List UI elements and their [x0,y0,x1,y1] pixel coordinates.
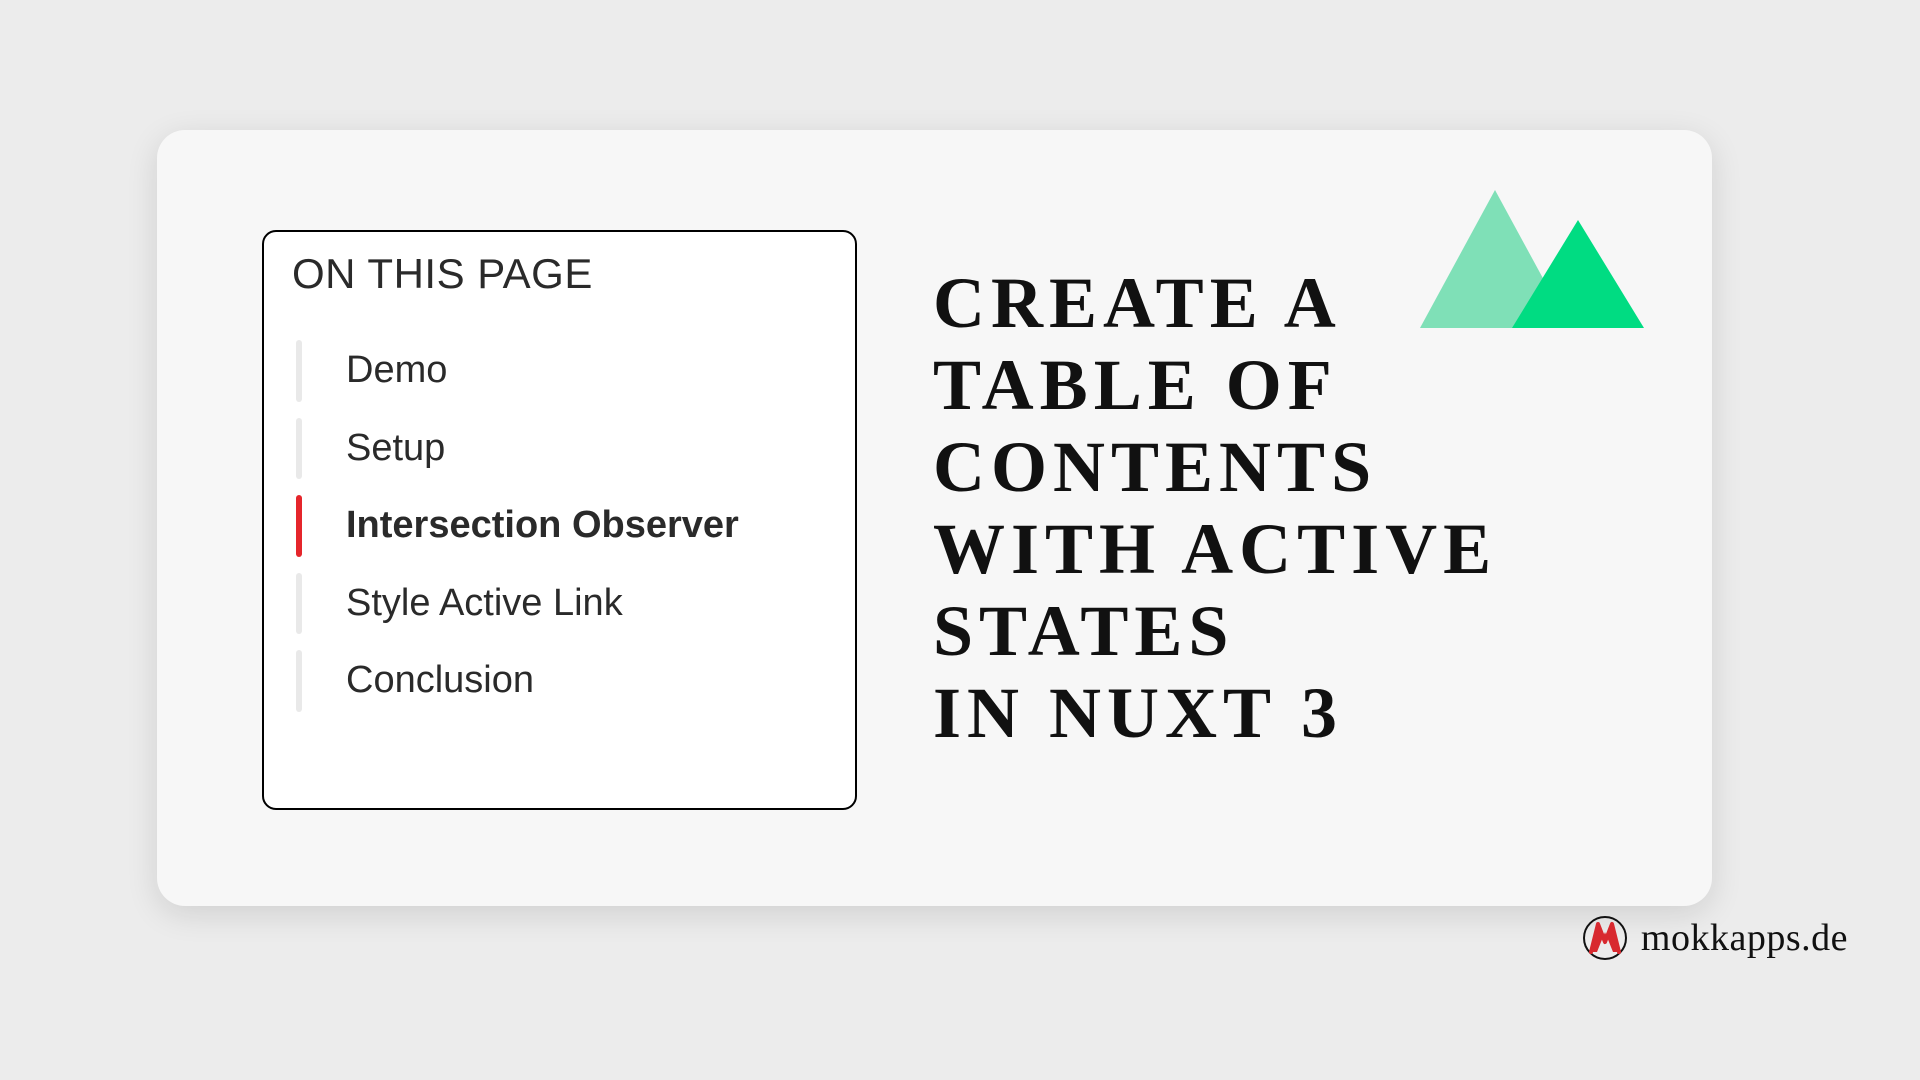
toc-heading: ON THIS PAGE [292,250,827,298]
toc-item-label: Setup [346,427,445,469]
toc-item-label: Demo [346,349,447,391]
hero-card: ON THIS PAGE Demo Setup Intersection Obs… [157,130,1712,906]
mokkapps-logo-icon [1583,916,1627,960]
toc-item-conclusion[interactable]: Conclusion [292,642,827,720]
toc-panel: ON THIS PAGE Demo Setup Intersection Obs… [262,230,857,810]
brand-footer[interactable]: mokkapps.de [1583,916,1848,960]
toc-item-setup[interactable]: Setup [292,410,827,488]
toc-item-intersection-observer[interactable]: Intersection Observer [292,487,827,565]
toc-item-label: Style Active Link [346,582,623,624]
toc-list: Demo Setup Intersection Observer Style A… [292,332,827,720]
toc-item-demo[interactable]: Demo [292,332,827,410]
brand-text: mokkapps.de [1641,916,1848,960]
toc-item-label: Intersection Observer [346,504,739,546]
nuxt-logo-icon [1410,178,1652,338]
toc-item-label: Conclusion [346,659,534,701]
toc-item-style-active-link[interactable]: Style Active Link [292,565,827,643]
